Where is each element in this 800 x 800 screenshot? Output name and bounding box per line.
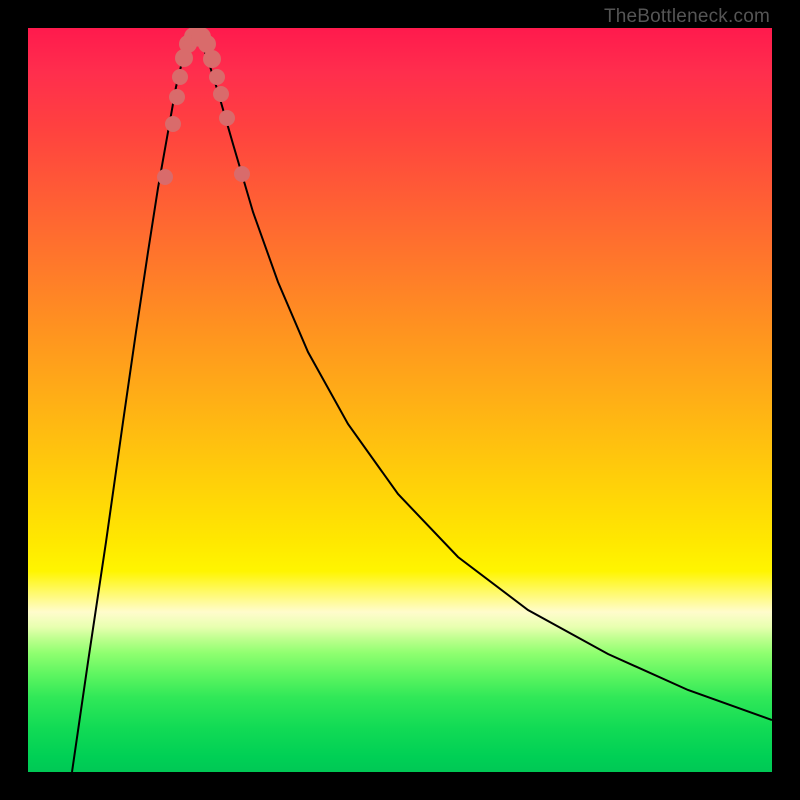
watermark-text: TheBottleneck.com bbox=[604, 6, 770, 28]
curve-marker bbox=[203, 50, 221, 68]
curve-marker bbox=[169, 89, 185, 105]
curve-markers bbox=[157, 28, 250, 185]
curve-marker bbox=[234, 166, 250, 182]
curve-marker bbox=[219, 110, 235, 126]
curve-marker bbox=[165, 116, 181, 132]
curve-marker bbox=[209, 69, 225, 85]
bottleneck-curve-svg bbox=[28, 28, 772, 772]
curve-marker bbox=[213, 86, 229, 102]
curve-marker bbox=[157, 169, 173, 185]
curve-marker bbox=[172, 69, 188, 85]
bottleneck-curve bbox=[72, 36, 772, 772]
